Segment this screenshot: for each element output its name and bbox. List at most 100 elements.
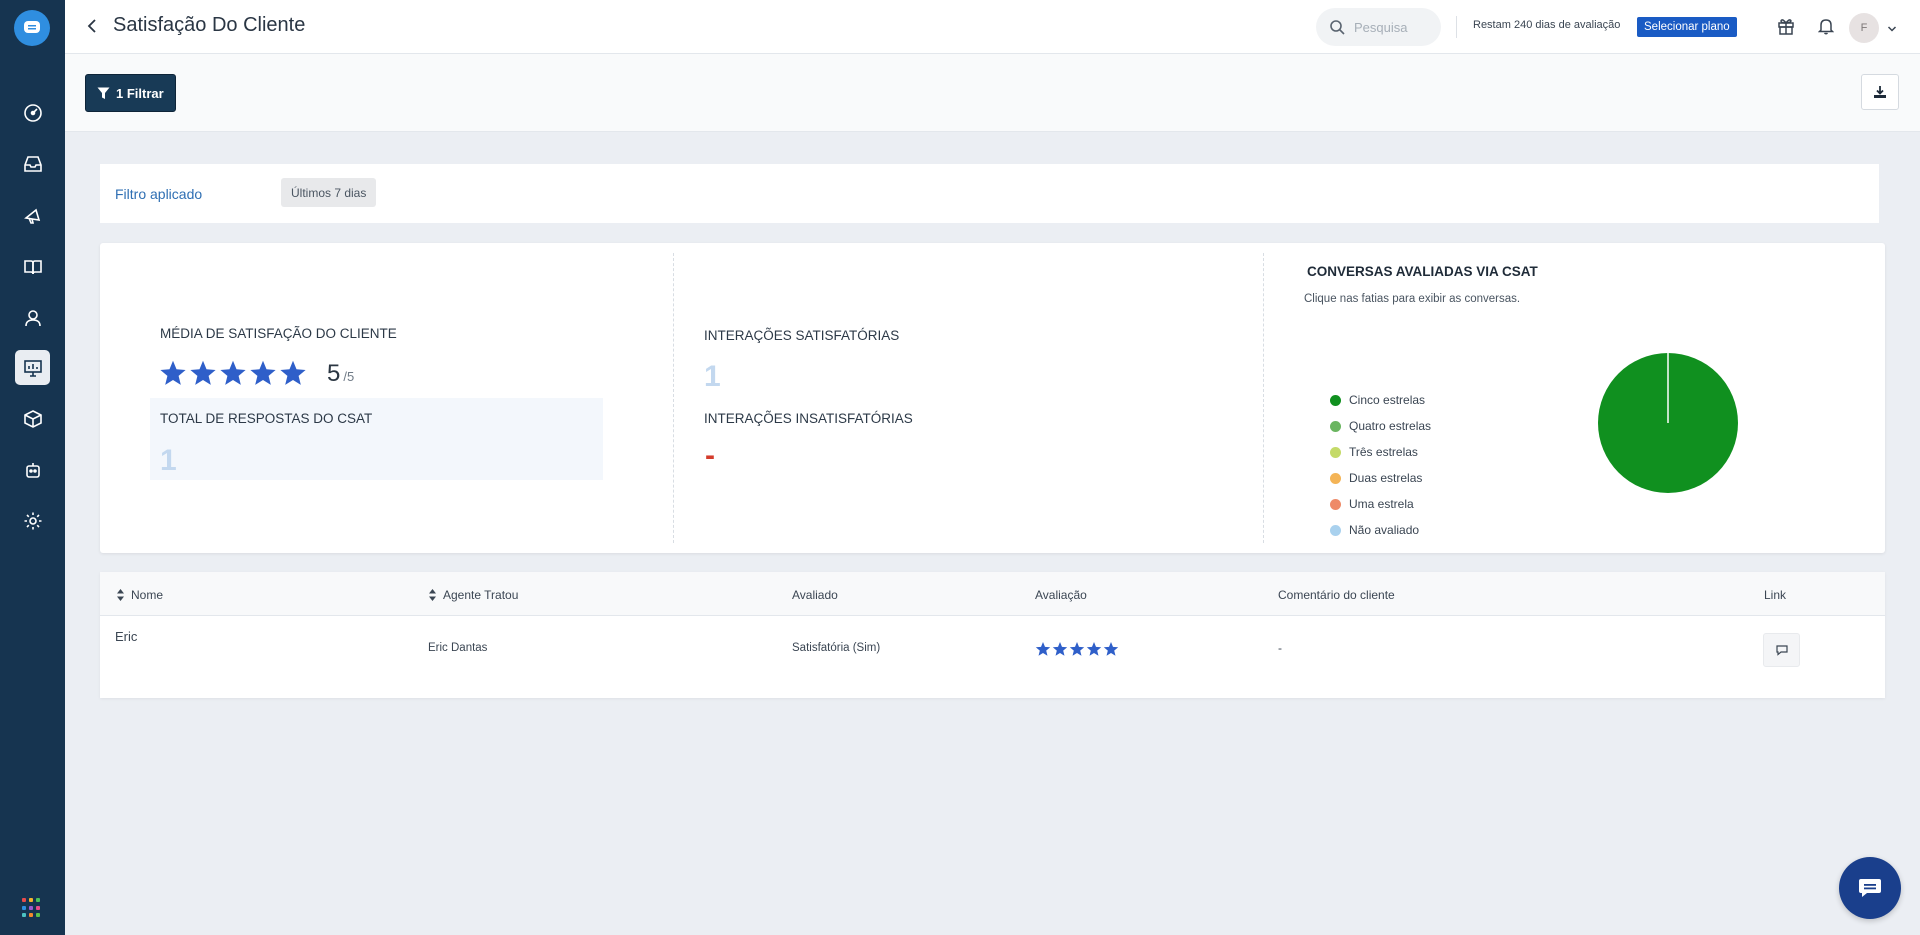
select-plan-button[interactable]: Selecionar plano bbox=[1637, 17, 1737, 37]
avg-score-max: /5 bbox=[343, 369, 355, 384]
cell-agente: Eric Dantas bbox=[428, 642, 488, 654]
applied-filter-label: Filtro aplicado bbox=[115, 186, 203, 202]
legend-swatch bbox=[1330, 498, 1341, 510]
legend-item[interactable]: Quatro estrelas bbox=[1330, 413, 1431, 439]
legend-swatch bbox=[1330, 524, 1341, 536]
bell-icon[interactable] bbox=[1814, 14, 1838, 38]
column-header-avaliado: Avaliado bbox=[792, 588, 838, 602]
unsatisfied-interactions-label: INTERAÇÕES INSATISFATÓRIAS bbox=[704, 411, 913, 426]
legend-swatch bbox=[1330, 446, 1341, 458]
avatar[interactable]: F bbox=[1849, 13, 1879, 43]
inbox-icon[interactable] bbox=[15, 146, 50, 181]
column-header-comentario: Comentário do cliente bbox=[1278, 588, 1395, 602]
column-header-nome[interactable]: Nome bbox=[116, 588, 163, 602]
back-arrow-icon[interactable] bbox=[81, 15, 103, 37]
applied-filter-chip[interactable]: Últimos 7 dias bbox=[281, 178, 377, 207]
column-divider bbox=[673, 253, 674, 543]
csat-table: Nome Agente Tratou Avaliado Avaliação Co… bbox=[100, 572, 1885, 698]
search-icon bbox=[1330, 20, 1345, 35]
dashboard-icon[interactable] bbox=[15, 95, 50, 130]
cell-nome[interactable]: Eric bbox=[115, 629, 137, 644]
legend-label: Não avaliado bbox=[1349, 523, 1420, 537]
legend-item[interactable]: Três estrelas bbox=[1330, 439, 1431, 465]
table-header: Nome Agente Tratou Avaliado Avaliação Co… bbox=[100, 572, 1885, 616]
search-input[interactable] bbox=[1354, 19, 1434, 35]
legend-label: Duas estrelas bbox=[1349, 471, 1423, 485]
chevron-down-icon[interactable] bbox=[1887, 20, 1897, 38]
filter-toolbar: 1 Filtrar bbox=[65, 54, 1920, 132]
search-box[interactable] bbox=[1316, 8, 1441, 46]
gift-icon[interactable] bbox=[1774, 14, 1798, 38]
legend-item[interactable]: Não avaliado bbox=[1330, 517, 1431, 543]
app-logo-icon[interactable] bbox=[14, 10, 50, 46]
sort-icon bbox=[429, 589, 436, 601]
total-responses-value: 1 bbox=[160, 444, 177, 477]
column-header-label: Nome bbox=[131, 588, 164, 602]
column-header-agente[interactable]: Agente Tratou bbox=[428, 588, 518, 602]
cell-comentario: - bbox=[1278, 641, 1282, 655]
legend-swatch bbox=[1330, 472, 1341, 484]
apps-grid-icon[interactable] bbox=[22, 898, 42, 918]
top-bar: Satisfação Do Cliente Restam 240 dias de… bbox=[65, 0, 1920, 54]
chat-icon bbox=[1859, 879, 1881, 897]
chart-title: CONVERSAS AVALIADAS VIA CSAT bbox=[1307, 264, 1538, 279]
divider bbox=[1456, 16, 1457, 38]
bot-icon[interactable] bbox=[15, 452, 50, 487]
avg-score-value: 5 bbox=[327, 360, 341, 387]
unsatisfied-interactions-value: - bbox=[705, 439, 715, 472]
filter-button[interactable]: 1 Filtrar bbox=[85, 74, 176, 112]
legend-label: Quatro estrelas bbox=[1349, 419, 1432, 433]
settings-icon[interactable] bbox=[15, 503, 50, 538]
sidebar bbox=[0, 0, 65, 935]
book-icon[interactable] bbox=[15, 249, 50, 284]
funnel-icon bbox=[97, 87, 110, 99]
filter-button-label: 1 Filtrar bbox=[116, 85, 164, 101]
legend-item[interactable]: Cinco estrelas bbox=[1330, 387, 1431, 413]
satisfied-interactions-label: INTERAÇÕES SATISFATÓRIAS bbox=[704, 328, 900, 343]
csat-pie-chart[interactable] bbox=[1597, 352, 1739, 494]
total-responses-box: TOTAL DE RESPOSTAS DO CSAT 1 bbox=[150, 398, 603, 480]
chart-subtitle: Clique nas fatias para exibir as convers… bbox=[1304, 293, 1521, 305]
chat-widget-button[interactable] bbox=[1839, 857, 1901, 919]
column-header-label: Avaliação bbox=[1035, 588, 1087, 602]
megaphone-icon[interactable] bbox=[15, 198, 50, 233]
page-title: Satisfação Do Cliente bbox=[113, 14, 306, 36]
column-header-avaliacao: Avaliação bbox=[1035, 588, 1087, 602]
star-icon bbox=[1052, 642, 1068, 656]
download-icon bbox=[1874, 86, 1886, 98]
legend-swatch bbox=[1330, 394, 1341, 406]
trial-days-text: Restam 240 dias de avaliação bbox=[1473, 19, 1621, 31]
star-icon bbox=[220, 360, 246, 385]
total-responses-label: TOTAL DE RESPOSTAS DO CSAT bbox=[160, 411, 373, 426]
cell-avaliado: Satisfatória (Sim) bbox=[792, 642, 881, 654]
avg-score: 5/5 bbox=[327, 360, 354, 388]
star-icon bbox=[160, 360, 186, 385]
legend-item[interactable]: Uma estrela bbox=[1330, 491, 1431, 517]
cell-avaliacao-stars bbox=[1035, 641, 1119, 657]
download-button[interactable] bbox=[1861, 74, 1899, 110]
chat-bubble-icon bbox=[1775, 645, 1788, 656]
star-icon bbox=[1035, 642, 1051, 656]
star-icon bbox=[1069, 642, 1085, 656]
legend-label: Cinco estrelas bbox=[1349, 393, 1426, 407]
star-icon bbox=[280, 360, 306, 385]
open-conversation-button[interactable] bbox=[1763, 633, 1800, 667]
package-icon[interactable] bbox=[15, 401, 50, 436]
contact-icon[interactable] bbox=[15, 300, 50, 335]
legend-swatch bbox=[1330, 420, 1341, 432]
column-header-label: Agente Tratou bbox=[443, 588, 519, 602]
column-header-label: Comentário do cliente bbox=[1278, 588, 1395, 602]
column-divider bbox=[1263, 253, 1264, 543]
stats-card: MÉDIA DE SATISFAÇÃO DO CLIENTE 5/5 TOTAL… bbox=[100, 243, 1885, 553]
satisfied-interactions-value: 1 bbox=[704, 360, 721, 393]
sort-icon bbox=[117, 589, 124, 601]
column-header-label: Avaliado bbox=[792, 588, 838, 602]
column-header-link: Link bbox=[1764, 588, 1786, 602]
legend-label: Três estrelas bbox=[1349, 445, 1418, 459]
avg-rating-stars bbox=[159, 359, 307, 387]
star-icon bbox=[190, 360, 216, 385]
legend-label: Uma estrela bbox=[1349, 497, 1414, 511]
star-icon bbox=[250, 360, 276, 385]
legend-item[interactable]: Duas estrelas bbox=[1330, 465, 1431, 491]
reports-icon[interactable] bbox=[15, 350, 50, 385]
